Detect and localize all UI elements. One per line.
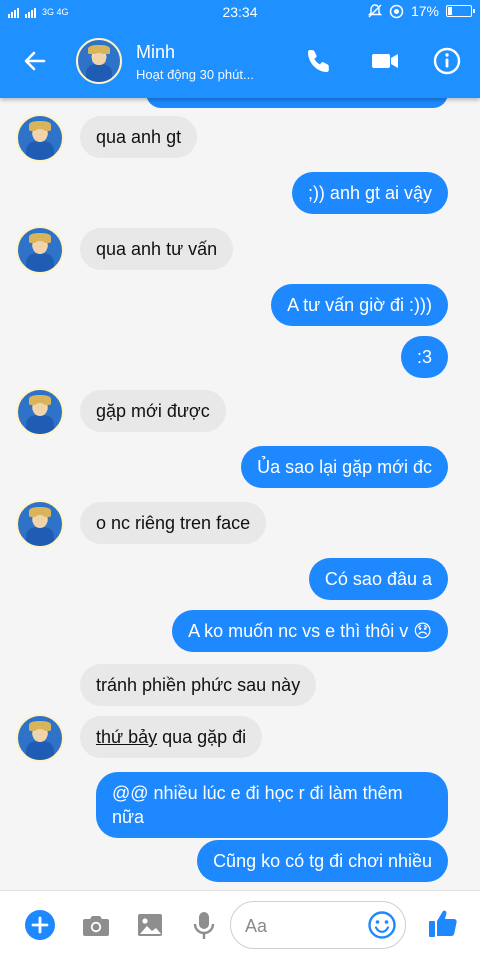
phone-icon[interactable] (304, 46, 334, 76)
microphone-icon[interactable] (188, 909, 220, 941)
message-bubble-incoming: qua anh gt (80, 116, 198, 158)
plus-icon[interactable] (24, 909, 56, 941)
battery-icon (446, 5, 475, 17)
message-bubble-incoming: qua anh tư vấn (80, 228, 234, 270)
message-bubble-incoming: o nc riêng tren face (80, 502, 267, 544)
message-bubble-outgoing: A ko muốn nc vs e thì thôi v 😞 (172, 610, 448, 652)
arrow-left-icon[interactable] (20, 46, 50, 76)
message-bubble-outgoing: Cũng ko có tg đi chơi nhiều (197, 840, 448, 882)
message-bubble-outgoing: Ủa sao lại gặp mới đc (241, 446, 448, 488)
message-input-box[interactable] (230, 901, 406, 949)
bell-muted-icon (367, 4, 382, 18)
sender-avatar (16, 226, 64, 274)
underlined-date-text[interactable]: thứ bảy (96, 727, 157, 747)
message-list[interactable]: qua anh gt ;)) anh gt ai vậy qua anh tư … (0, 98, 480, 890)
sender-avatar (16, 500, 64, 548)
camera-icon[interactable] (80, 909, 112, 941)
top-bar: 3G 4G 23:34 17% Minh Hoạt động 30 phút..… (0, 0, 480, 98)
sender-avatar (16, 388, 64, 436)
smiley-icon[interactable] (367, 910, 397, 940)
message-composer (0, 890, 480, 960)
conversation-header: Minh Hoạt động 30 phút... (0, 24, 480, 98)
message-bubble-incoming: gặp mới được (80, 390, 226, 432)
message-bubble-incoming: tránh phiền phức sau này (80, 664, 317, 706)
message-bubble-outgoing: Có sao đâu a (308, 558, 448, 600)
battery-percent: 17% (410, 3, 439, 19)
message-text: qua gặp đi (157, 727, 247, 747)
data-saver-icon (389, 4, 404, 18)
message-input[interactable] (245, 914, 355, 938)
battery-fill (448, 7, 452, 15)
message-bubble-outgoing: ;)) anh gt ai vậy (291, 172, 448, 214)
sender-avatar (16, 714, 64, 762)
status-right: 17% (367, 3, 475, 19)
thumbs-up-icon[interactable] (426, 907, 460, 941)
message-bubble-outgoing: A tư vấn giờ đi :))) (271, 284, 448, 326)
info-icon[interactable] (432, 46, 462, 76)
message-bubble-partial (146, 98, 448, 108)
image-icon[interactable] (134, 909, 166, 941)
message-bubble-outgoing: @@ nhiều lúc e đi học r đi làm thêm nữa (96, 772, 448, 838)
sender-avatar (16, 114, 64, 162)
status-bar: 3G 4G 23:34 17% (0, 0, 480, 24)
contact-name[interactable]: Minh (136, 42, 175, 63)
contact-status: Hoạt động 30 phút... (136, 67, 254, 82)
message-bubble-outgoing: :3 (400, 336, 448, 378)
contact-avatar[interactable] (76, 38, 122, 84)
video-camera-icon[interactable] (370, 46, 400, 76)
message-bubble-incoming: thứ bảy qua gặp đi (80, 716, 263, 758)
